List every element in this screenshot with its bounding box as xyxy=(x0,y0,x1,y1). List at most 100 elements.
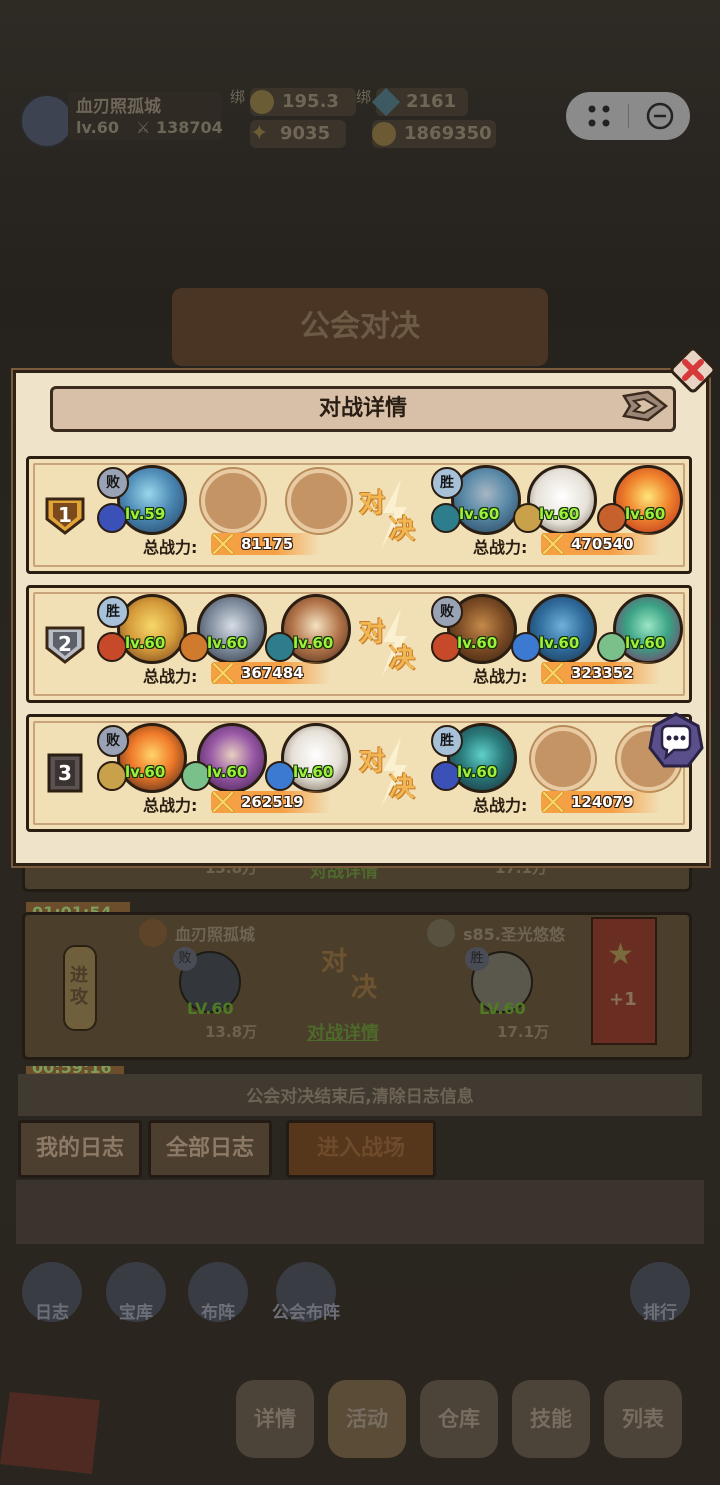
bottom-tab-skills[interactable]: 技能 xyxy=(512,1380,590,1458)
log-detail-link[interactable]: 对战详情 xyxy=(307,1019,379,1045)
log-right-power: 17.1万 xyxy=(497,1023,550,1041)
vs-text-1: 对 xyxy=(359,747,386,777)
bound-tag-gold: 绑 xyxy=(230,88,246,106)
close-icon[interactable] xyxy=(668,345,718,395)
gold-icon xyxy=(250,90,274,114)
bottom-tab-list[interactable]: 列表 xyxy=(604,1380,682,1458)
modal-header: 对战详情 xyxy=(50,386,676,432)
class-icon xyxy=(511,632,541,662)
more-icon[interactable] xyxy=(582,102,622,130)
back-arrow-icon[interactable] xyxy=(0,1392,100,1474)
player-level: lv.60 xyxy=(76,118,119,137)
crossed-swords-icon xyxy=(212,791,234,813)
empty-hero-slot xyxy=(531,727,595,791)
log-left-name: 血刃照孤城 xyxy=(175,925,256,944)
log-timer-badge-partial: 00:59:16 xyxy=(26,1066,124,1074)
reward-flag[interactable]: ★ +1 xyxy=(591,917,657,1045)
header-right-ornament-icon xyxy=(621,390,669,422)
gem-icon xyxy=(371,87,401,117)
log-left-power: 13.8万 xyxy=(205,1023,258,1041)
log-right-result: 胜 xyxy=(465,947,489,971)
left-total-power: 367484 xyxy=(211,662,330,684)
rank-3-number: 3 xyxy=(58,761,72,785)
log-right-name: s85.圣光悠悠 xyxy=(463,925,565,944)
empty-hero-slot xyxy=(201,469,265,533)
reward-amount: +1 xyxy=(609,989,637,1010)
right-total-power: 470540 xyxy=(541,533,660,555)
nav-ranking[interactable]: 排行 xyxy=(630,1262,690,1323)
page-title-banner: 公会对决 xyxy=(172,288,548,366)
left-result-badge: 败 xyxy=(97,467,129,499)
match-row-2: 2 胜 lv.60 lv.60 lv.60 总战力: 367484 对 决 败 … xyxy=(26,585,692,703)
log-entry-card[interactable]: 进攻 血刃照孤城 s85.圣光悠悠 败 LV.60 13.8万 对 决 对战详情… xyxy=(22,912,692,1060)
right-hero-3-level: lv.60 xyxy=(625,505,666,523)
vs-emblem: 对 决 xyxy=(355,737,429,807)
gem-value: 2161 xyxy=(406,91,457,112)
bottom-tab-details[interactable]: 详情 xyxy=(236,1380,314,1458)
crossed-swords-icon xyxy=(542,662,564,684)
right-hero-2-level: lv.60 xyxy=(539,505,580,523)
tab-all-log[interactable]: 全部日志 xyxy=(148,1120,272,1178)
empty-hero-slot xyxy=(287,469,351,533)
rank-1-number: 1 xyxy=(58,503,72,527)
bottom-tab-activity[interactable]: 活动 xyxy=(328,1380,406,1458)
right-hero-3-level: lv.60 xyxy=(625,634,666,652)
vs-text-2: 决 xyxy=(389,644,416,674)
left-hero-3-level: lv.60 xyxy=(293,634,334,652)
class-icon xyxy=(431,503,461,533)
right-total-power: 124079 xyxy=(541,791,660,813)
right-hero-2-level: lv.60 xyxy=(539,634,580,652)
right-hero-1-level: lv.60 xyxy=(459,505,500,523)
vs-text-2: 决 xyxy=(389,773,416,803)
nav-formation[interactable]: 布阵 xyxy=(188,1262,248,1323)
right-team-icon xyxy=(427,919,455,947)
nav-guild-formation[interactable]: 公会布阵 xyxy=(272,1262,340,1323)
match-row-3: 3 败 lv.60 lv.60 lv.60 总战力: 262519 对 决 胜 … xyxy=(26,714,692,832)
coin-icon xyxy=(372,122,396,146)
class-icon xyxy=(97,503,127,533)
log-left-level: LV.60 xyxy=(187,999,234,1018)
capsule-divider xyxy=(628,104,629,128)
bottom-tab-warehouse[interactable]: 仓库 xyxy=(420,1380,498,1458)
nav-log[interactable]: 日志 xyxy=(22,1262,82,1323)
match-row-1: 1 败 lv.59 总战力: 81175 对 决 胜 lv.60 lv.60 l… xyxy=(26,456,692,574)
right-result-badge: 败 xyxy=(431,596,463,628)
enter-battlefield-button[interactable]: 进入战场 xyxy=(286,1120,436,1178)
reward-star-icon: ★ xyxy=(607,937,634,972)
page-title: 公会对决 xyxy=(300,309,420,344)
gem-pill[interactable]: 2161 xyxy=(371,87,468,117)
nav-vault[interactable]: 宝库 xyxy=(106,1262,166,1323)
right-power-label: 总战力: xyxy=(473,538,528,557)
star-pill[interactable]: ✦ 9035 xyxy=(250,120,346,148)
left-hero-1-level: lv.60 xyxy=(125,763,166,781)
class-icon xyxy=(97,761,127,791)
gold-pill[interactable]: 195.3万 xyxy=(250,88,356,140)
crossed-swords-icon xyxy=(212,533,234,555)
vs-emblem: 对 决 xyxy=(355,479,429,549)
left-power-label: 总战力: xyxy=(143,538,198,557)
left-hero-2-level: lv.60 xyxy=(207,634,248,652)
log-vs-2: 决 xyxy=(351,973,378,1003)
log-vs-1: 对 xyxy=(321,947,348,977)
left-power-label: 总战力: xyxy=(143,796,198,815)
right-hero-1-level: lv.60 xyxy=(457,634,498,652)
rank-2-number: 2 xyxy=(58,632,72,656)
class-icon xyxy=(597,632,627,662)
class-icon xyxy=(179,632,209,662)
tab-my-log[interactable]: 我的日志 xyxy=(18,1120,142,1178)
minimize-icon[interactable] xyxy=(644,100,676,132)
log-left-result: 败 xyxy=(173,947,197,971)
bound-tag-gem: 绑 xyxy=(356,88,372,106)
left-result-badge: 败 xyxy=(97,725,129,757)
right-total-power: 323352 xyxy=(541,662,660,684)
left-total-power: 262519 xyxy=(211,791,330,813)
power-icon: ⚔ xyxy=(136,118,151,137)
coin-pill[interactable]: 1869350 xyxy=(372,120,496,148)
player-avatar[interactable] xyxy=(20,94,74,148)
coin-value: 1869350 xyxy=(404,123,492,144)
class-icon xyxy=(265,761,295,791)
chat-bubble-icon[interactable] xyxy=(646,712,706,772)
left-total-power: 81175 xyxy=(211,533,320,555)
player-power: 138704 xyxy=(156,118,223,137)
modal-title: 对战详情 xyxy=(318,396,407,421)
